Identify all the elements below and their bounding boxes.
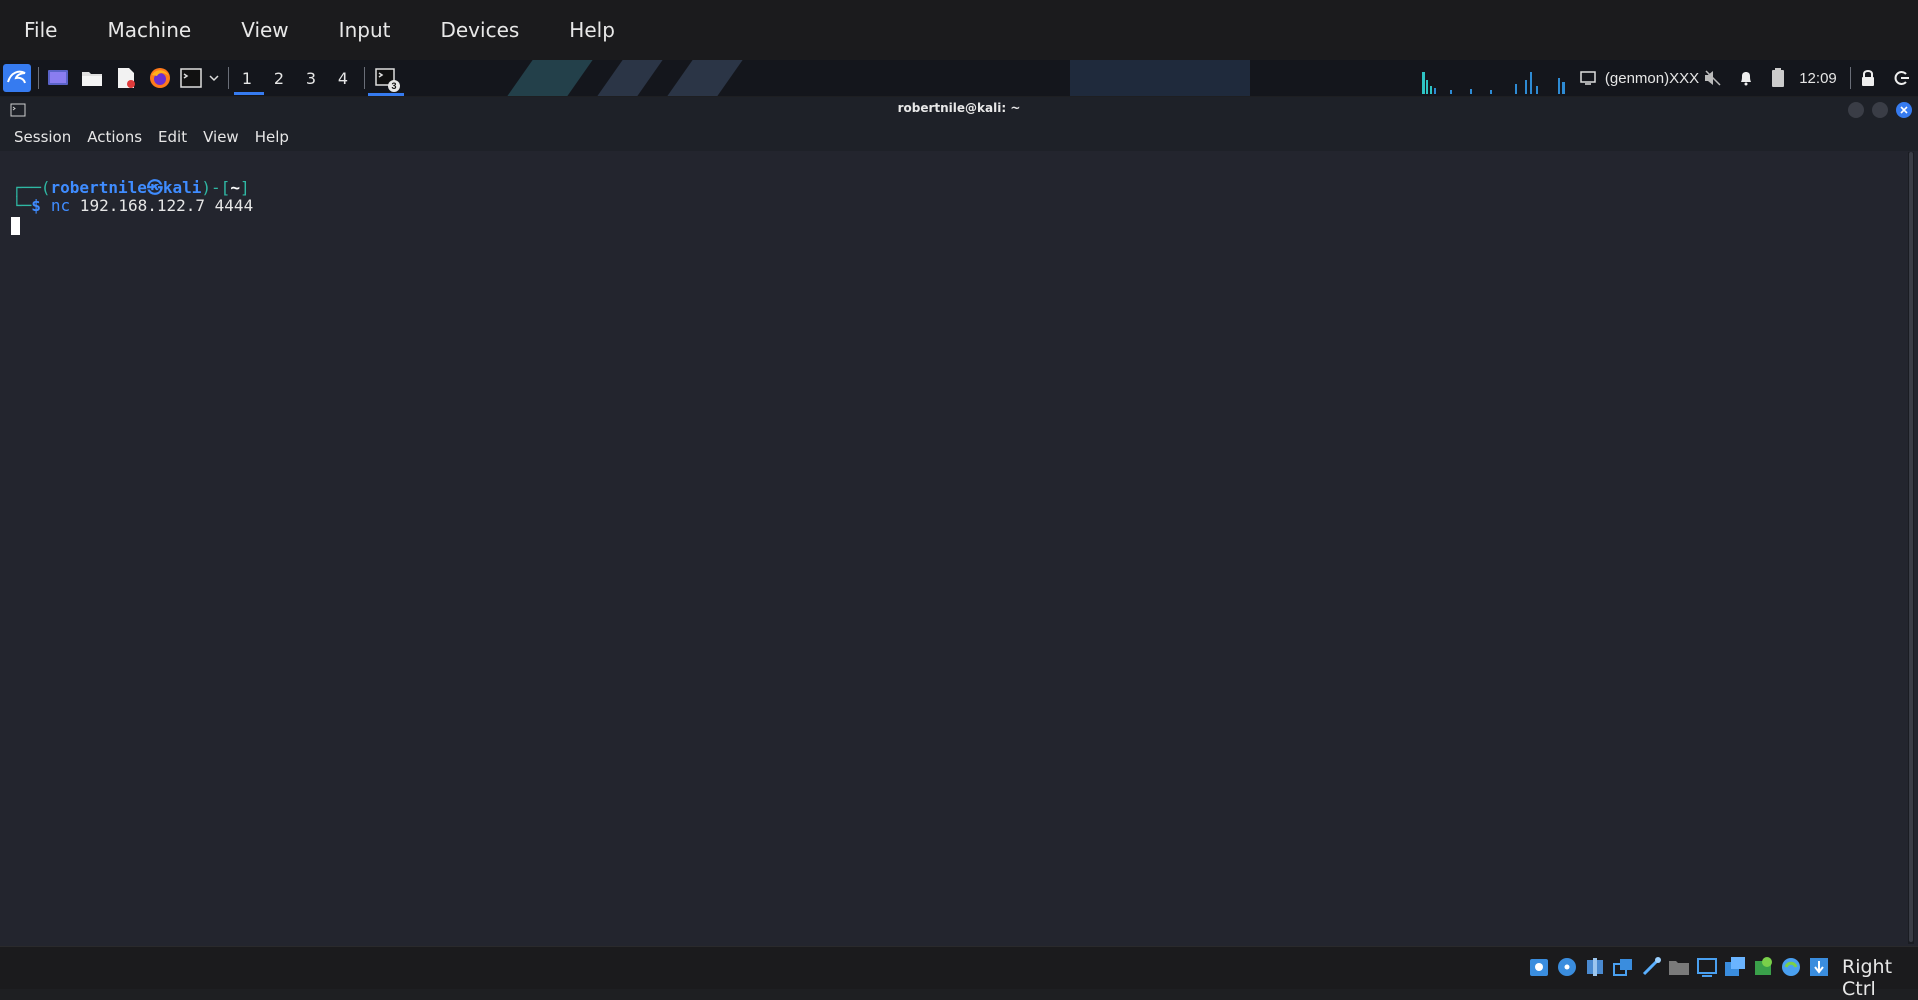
kali-top-panel: 1 2 3 4 3 (genmon)XXX 12:09	[0, 60, 1918, 96]
minimize-button[interactable]	[1848, 102, 1864, 118]
prompt-corner-top: ┌──(	[12, 178, 51, 197]
prompt-user: robertnile	[50, 178, 147, 197]
terminal-menu-view[interactable]: View	[203, 128, 239, 146]
recording-icon[interactable]	[1724, 956, 1746, 978]
hard-disk-icon[interactable]	[1528, 956, 1550, 978]
kali-menu-button[interactable]	[2, 60, 32, 96]
task-count-badge: 3	[388, 80, 400, 92]
cpu-activity-icon[interactable]	[1752, 956, 1774, 978]
vbox-menubar: File Machine View Input Devices Help	[0, 0, 1918, 60]
text-editor-launcher[interactable]	[112, 60, 140, 96]
optical-drive-icon[interactable]	[1556, 956, 1578, 978]
text-cursor	[11, 217, 20, 235]
lock-icon	[1862, 70, 1874, 86]
genmon-label[interactable]: (genmon)XXX	[1604, 60, 1700, 96]
active-task-indicator	[368, 93, 404, 96]
show-desktop-launcher[interactable]	[44, 60, 72, 96]
keyboard-capture-icon[interactable]	[1808, 956, 1830, 978]
vbox-menu-input[interactable]: Input	[339, 18, 391, 42]
vbox-menu-file[interactable]: File	[24, 18, 57, 42]
terminal-menu-session[interactable]: Session	[14, 128, 71, 146]
panel-clock[interactable]: 12:09	[1796, 60, 1840, 96]
workspace-4-label: 4	[337, 68, 349, 88]
audio-icon[interactable]	[1584, 956, 1606, 978]
panel-separator	[38, 67, 39, 89]
folder-icon	[82, 72, 102, 86]
firefox-launcher[interactable]	[146, 60, 174, 96]
close-icon	[1900, 106, 1908, 114]
chevron-down-icon	[209, 75, 219, 82]
firefox-icon	[150, 68, 170, 88]
terminal-menu-actions[interactable]: Actions	[87, 128, 142, 146]
vbox-menu-machine[interactable]: Machine	[107, 18, 191, 42]
workspace-1[interactable]: 1	[234, 60, 260, 96]
workspace-2[interactable]: 2	[266, 60, 292, 96]
close-button[interactable]	[1896, 102, 1912, 118]
text-editor-icon	[118, 68, 135, 88]
workspace-3-label: 3	[305, 68, 317, 88]
logout-button[interactable]	[1890, 60, 1914, 96]
terminal-scrollbar-thumb[interactable]	[1909, 152, 1913, 942]
terminal-output-area[interactable]	[0, 151, 1918, 946]
terminal-menu-edit[interactable]: Edit	[158, 128, 187, 146]
command-args: 192.168.122.7 4444	[70, 196, 254, 215]
panel-wallpaper-block	[1070, 60, 1250, 96]
panel-wallpaper-stripe	[507, 60, 593, 96]
usb-icon[interactable]	[1640, 956, 1662, 978]
terminal-launcher-dropdown[interactable]	[206, 60, 222, 96]
workspace-3[interactable]: 3	[298, 60, 324, 96]
logout-icon	[1894, 71, 1909, 85]
lock-screen-button[interactable]	[1856, 60, 1880, 96]
volume-muted-icon	[1705, 70, 1721, 86]
vbox-menu-help[interactable]: Help	[569, 18, 615, 42]
panel-separator	[364, 67, 365, 89]
taskbar-terminal-button[interactable]: 3	[368, 60, 404, 96]
maximize-button[interactable]	[1872, 102, 1888, 118]
genmon-icon-wrap	[1578, 60, 1598, 96]
display-icon[interactable]	[1696, 956, 1718, 978]
volume-muted-button[interactable]	[1700, 60, 1726, 96]
file-manager-launcher[interactable]	[78, 60, 106, 96]
active-workspace-indicator	[234, 92, 264, 95]
prompt-host: kali	[162, 178, 202, 197]
workspace-1-label: 1	[241, 68, 253, 88]
prompt-line-1: ┌──(robertnile㉿kali)-[~]	[12, 174, 250, 198]
host-key-label: Right Ctrl	[1842, 956, 1893, 1000]
cpu-graph	[1422, 72, 1565, 94]
kali-dragon-icon	[3, 64, 31, 92]
prompt-dollar: $	[31, 196, 41, 215]
desktop-icon	[48, 70, 68, 85]
battery-icon	[1772, 68, 1784, 87]
shared-folders-icon[interactable]	[1668, 956, 1690, 978]
panel-separator	[228, 67, 229, 89]
vbox-menu-view[interactable]: View	[241, 18, 288, 42]
panel-wallpaper-stripe	[667, 60, 743, 96]
command-name: nc	[50, 196, 71, 215]
prompt-line-2: └─$ nc 192.168.122.7 4444	[12, 196, 253, 215]
prompt-corner-bottom: └─	[12, 196, 32, 215]
panel-wallpaper-stripe	[597, 60, 663, 96]
notifications-button[interactable]	[1734, 60, 1758, 96]
vbox-menu-devices[interactable]: Devices	[440, 18, 519, 42]
terminal-icon	[180, 68, 202, 88]
panel-separator	[1850, 67, 1851, 89]
terminal-window-title: robertnile@kali: ~	[897, 101, 1021, 115]
prompt-at-symbol: ㉿	[146, 178, 163, 197]
prompt-end: ]	[239, 178, 250, 197]
network-icon[interactable]	[1612, 956, 1634, 978]
workspace-2-label: 2	[273, 68, 285, 88]
terminal-menu-help[interactable]: Help	[255, 128, 289, 146]
prompt-path: ~	[230, 178, 240, 197]
terminal-menubar: Session Actions Edit View Help	[0, 123, 1918, 151]
workspace-4[interactable]: 4	[330, 60, 356, 96]
monitor-icon	[1580, 71, 1596, 85]
battery-indicator[interactable]	[1766, 60, 1790, 96]
bell-icon	[1741, 72, 1751, 86]
terminal-launcher[interactable]	[178, 60, 204, 96]
prompt-mid: )-[	[201, 178, 231, 197]
mouse-integration-icon[interactable]	[1780, 956, 1802, 978]
